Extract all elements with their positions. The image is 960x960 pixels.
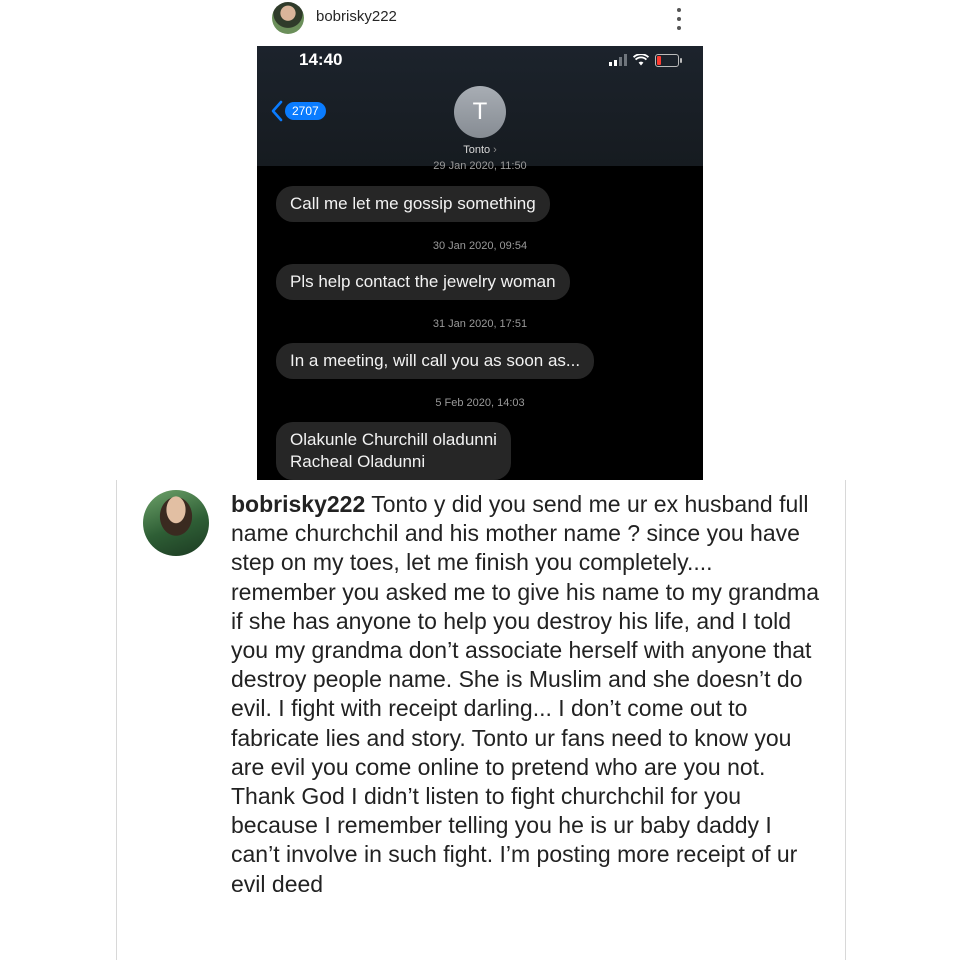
status-icons: [609, 52, 682, 68]
contact-avatar[interactable]: T: [454, 86, 506, 138]
user-avatar[interactable]: [272, 2, 304, 34]
message-screenshot: 14:40 2707 T Tonto › 29 Jan 2020, 11:50 C…: [257, 46, 703, 480]
message-text: Olakunle Churchill oladunni: [290, 430, 497, 449]
comment-text: Tonto y did you send me ur ex husband fu…: [231, 491, 820, 897]
chevron-right-icon: ›: [493, 144, 497, 156]
comment-body: bobrisky222 Tonto y did you send me ur ex…: [231, 490, 821, 899]
wifi-icon: [633, 54, 649, 66]
timestamp: 5 Feb 2020, 14:03: [435, 397, 525, 409]
timestamp: 29 Jan 2020, 11:50: [433, 160, 527, 172]
signal-icon: [609, 54, 627, 66]
post-username[interactable]: bobrisky222: [316, 8, 397, 25]
status-time: 14:40: [299, 50, 343, 69]
more-options-icon[interactable]: [672, 8, 686, 30]
commenter-avatar[interactable]: [143, 490, 209, 556]
contact-name-label: Tonto: [463, 144, 491, 156]
message-bubble[interactable]: Call me let me gossip something: [276, 186, 550, 222]
message-bubble[interactable]: Pls help contact the jewelry woman: [276, 264, 570, 300]
conversation-header: 14:40 2707 T Tonto ›: [257, 46, 703, 166]
contact-name[interactable]: Tonto ›: [257, 144, 703, 156]
battery-icon: [655, 53, 682, 67]
comment-username[interactable]: bobrisky222: [231, 491, 365, 517]
timestamp: 30 Jan 2020, 09:54: [432, 240, 528, 252]
back-button[interactable]: 2707: [271, 100, 326, 122]
comment: bobrisky222 Tonto y did you send me ur ex…: [116, 480, 846, 960]
message-text: In a meeting, will call you as soon as..…: [290, 351, 581, 370]
message-bubble[interactable]: Olakunle Churchill oladunni Racheal Olad…: [276, 422, 511, 480]
chevron-left-icon: [271, 100, 283, 122]
unread-count-badge: 2707: [285, 102, 326, 120]
message-bubble[interactable]: In a meeting, will call you as soon as..…: [276, 343, 595, 379]
timestamp: 31 Jan 2020, 17:51: [432, 318, 528, 330]
message-text: Racheal Oladunni: [290, 452, 426, 471]
message-text: Pls help contact the jewelry woman: [290, 272, 556, 291]
message-text: Call me let me gossip something: [290, 194, 536, 213]
post-header: bobrisky222: [256, 0, 704, 46]
